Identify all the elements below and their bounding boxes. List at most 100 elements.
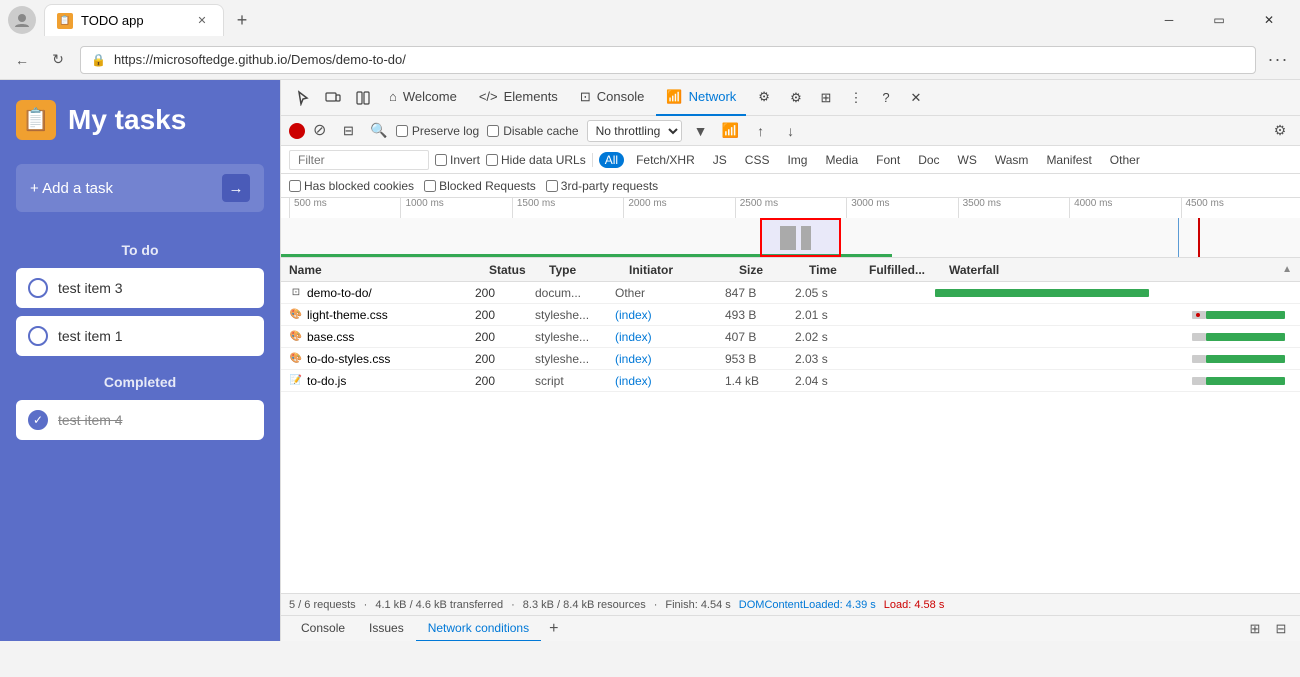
add-task-button[interactable]: + Add a task → <box>16 164 264 212</box>
record-button[interactable] <box>289 123 305 139</box>
col-header-type[interactable]: Type <box>549 263 629 277</box>
search-button[interactable]: 🔍 <box>370 122 387 139</box>
device-emulation-button[interactable] <box>319 84 347 112</box>
row-initiator-lightcss[interactable]: (index) <box>615 308 725 322</box>
row-initiator-basecss[interactable]: (index) <box>615 330 725 344</box>
back-button[interactable]: ← <box>8 46 36 74</box>
row-initiator-todostylescss[interactable]: (index) <box>615 352 725 366</box>
row-initiator-todojs[interactable]: (index) <box>615 374 725 388</box>
type-filter-img[interactable]: Img <box>781 152 813 168</box>
add-bottom-tab-button[interactable]: + <box>541 620 566 638</box>
more-tools-button[interactable]: ⋮ <box>842 84 870 112</box>
online-status-icon[interactable]: 📶 <box>720 120 742 142</box>
minimize-button[interactable]: ─ <box>1146 5 1192 35</box>
marker-4500ms: 4500 ms <box>1181 198 1292 218</box>
bottom-tab-console[interactable]: Console <box>289 616 357 642</box>
type-filter-ws[interactable]: WS <box>952 152 983 168</box>
type-filter-font[interactable]: Font <box>870 152 906 168</box>
invert-checkbox[interactable] <box>435 154 447 166</box>
bottom-right-controls: ⊞ ⊟ <box>1244 618 1292 640</box>
tab-elements[interactable]: </> Elements <box>469 80 568 116</box>
type-filter-fetch[interactable]: Fetch/XHR <box>630 152 701 168</box>
invert-filter-label[interactable]: Invert <box>435 153 480 167</box>
col-header-time[interactable]: Time <box>809 263 869 277</box>
disable-cache-checkbox[interactable] <box>487 125 499 137</box>
status-separator2: · <box>511 599 515 611</box>
help-button[interactable]: ? <box>872 84 900 112</box>
maximize-button[interactable]: ▭ <box>1196 5 1242 35</box>
type-filter-media[interactable]: Media <box>819 152 864 168</box>
type-filter-css[interactable]: CSS <box>739 152 776 168</box>
status-resources: 8.3 kB / 8.4 kB resources <box>523 599 646 611</box>
bottom-tab-issues[interactable]: Issues <box>357 616 416 642</box>
has-blocked-cookies-checkbox[interactable] <box>289 180 301 192</box>
close-button[interactable]: ✕ <box>1246 5 1292 35</box>
devtools-close-button[interactable]: ✕ <box>902 84 930 112</box>
preserve-log-checkbox-label[interactable]: Preserve log <box>396 124 479 138</box>
browser-more-button[interactable]: ··· <box>1264 46 1292 74</box>
address-bar[interactable]: 🔒 https://microsoftedge.github.io/Demos/… <box>80 46 1256 74</box>
row-waterfall-demo <box>935 288 1292 298</box>
col-header-name[interactable]: Name <box>289 263 489 277</box>
task-checkbox-test1[interactable] <box>28 326 48 346</box>
waterfall-bar-todostylescss <box>1206 355 1285 363</box>
hide-data-urls-checkbox[interactable] <box>486 154 498 166</box>
preserve-log-checkbox[interactable] <box>396 125 408 137</box>
col-header-size[interactable]: Size <box>739 263 809 277</box>
has-blocked-cookies-label[interactable]: Has blocked cookies <box>289 179 414 193</box>
blocked-requests-checkbox[interactable] <box>424 180 436 192</box>
table-row[interactable]: 🎨to-do-styles.css 200 styleshe... (index… <box>281 348 1300 370</box>
table-row[interactable]: ⊡demo-to-do/ 200 docum... Other 847 B 2.… <box>281 282 1300 304</box>
clear-button[interactable]: ⊘ <box>313 123 326 139</box>
type-filter-all[interactable]: All <box>599 152 624 168</box>
css-icon2: 🎨 <box>289 330 303 344</box>
filter-icon-button[interactable]: ⊟ <box>334 117 362 145</box>
throttle-select[interactable]: No throttling Fast 3G Slow 3G <box>587 120 682 142</box>
task-item-test3[interactable]: test item 3 <box>16 268 264 308</box>
inspect-element-button[interactable] <box>289 84 317 112</box>
table-row[interactable]: 🎨light-theme.css 200 styleshe... (index)… <box>281 304 1300 326</box>
third-party-checkbox[interactable] <box>546 180 558 192</box>
download-icon[interactable]: ↓ <box>780 120 802 142</box>
type-filter-doc[interactable]: Doc <box>912 152 945 168</box>
tab-more[interactable]: ⚙ <box>748 80 780 116</box>
settings-button[interactable]: ⚙ <box>782 84 810 112</box>
type-filter-js[interactable]: JS <box>707 152 733 168</box>
col-header-status[interactable]: Status <box>489 263 549 277</box>
filter-input[interactable] <box>289 150 429 170</box>
dock-icon[interactable]: ⊟ <box>1270 618 1292 640</box>
throttle-dropdown-button[interactable]: ▼ <box>690 120 712 142</box>
third-party-label[interactable]: 3rd-party requests <box>546 179 658 193</box>
panel-layout-button[interactable] <box>349 84 377 112</box>
new-tab-button[interactable]: + <box>228 6 256 34</box>
tab-welcome[interactable]: ⌂ Welcome <box>379 80 467 116</box>
network-settings-button[interactable]: ⚙ <box>1268 119 1292 143</box>
task-checkbox-test4[interactable]: ✓ <box>28 410 48 430</box>
tab-close-button[interactable]: ✕ <box>193 12 211 30</box>
profile-avatar[interactable] <box>8 6 36 34</box>
task-item-test4[interactable]: ✓ test item 4 <box>16 400 264 440</box>
table-row[interactable]: 🎨base.css 200 styleshe... (index) 407 B … <box>281 326 1300 348</box>
reload-button[interactable]: ↻ <box>44 46 72 74</box>
browser-tab[interactable]: 📋 TODO app ✕ <box>44 4 224 36</box>
tab-network[interactable]: 📶 Network <box>656 80 746 116</box>
type-filter-manifest[interactable]: Manifest <box>1040 152 1097 168</box>
tab-console[interactable]: ⊡ Console <box>570 80 655 116</box>
col-header-fulfilled[interactable]: Fulfilled... <box>869 263 949 277</box>
section-completed-label: Completed <box>16 374 264 390</box>
task-checkbox-test3[interactable] <box>28 278 48 298</box>
timeline-bar-gray2 <box>801 226 811 250</box>
type-filter-other[interactable]: Other <box>1104 152 1146 168</box>
timeline-area[interactable]: 500 ms 1000 ms 1500 ms 2000 ms 2500 ms 3… <box>281 198 1300 258</box>
undock-icon[interactable]: ⊞ <box>1244 618 1266 640</box>
disable-cache-checkbox-label[interactable]: Disable cache <box>487 124 578 138</box>
blocked-requests-label[interactable]: Blocked Requests <box>424 179 536 193</box>
bottom-tab-network-conditions[interactable]: Network conditions <box>416 616 541 642</box>
hide-data-urls-label[interactable]: Hide data URLs <box>486 153 586 167</box>
type-filter-wasm[interactable]: Wasm <box>989 152 1035 168</box>
col-header-initiator[interactable]: Initiator <box>629 263 739 277</box>
upload-icon[interactable]: ↑ <box>750 120 772 142</box>
dock-button[interactable]: ⊞ <box>812 84 840 112</box>
task-item-test1[interactable]: test item 1 <box>16 316 264 356</box>
table-row[interactable]: 📝to-do.js 200 script (index) 1.4 kB 2.04… <box>281 370 1300 392</box>
